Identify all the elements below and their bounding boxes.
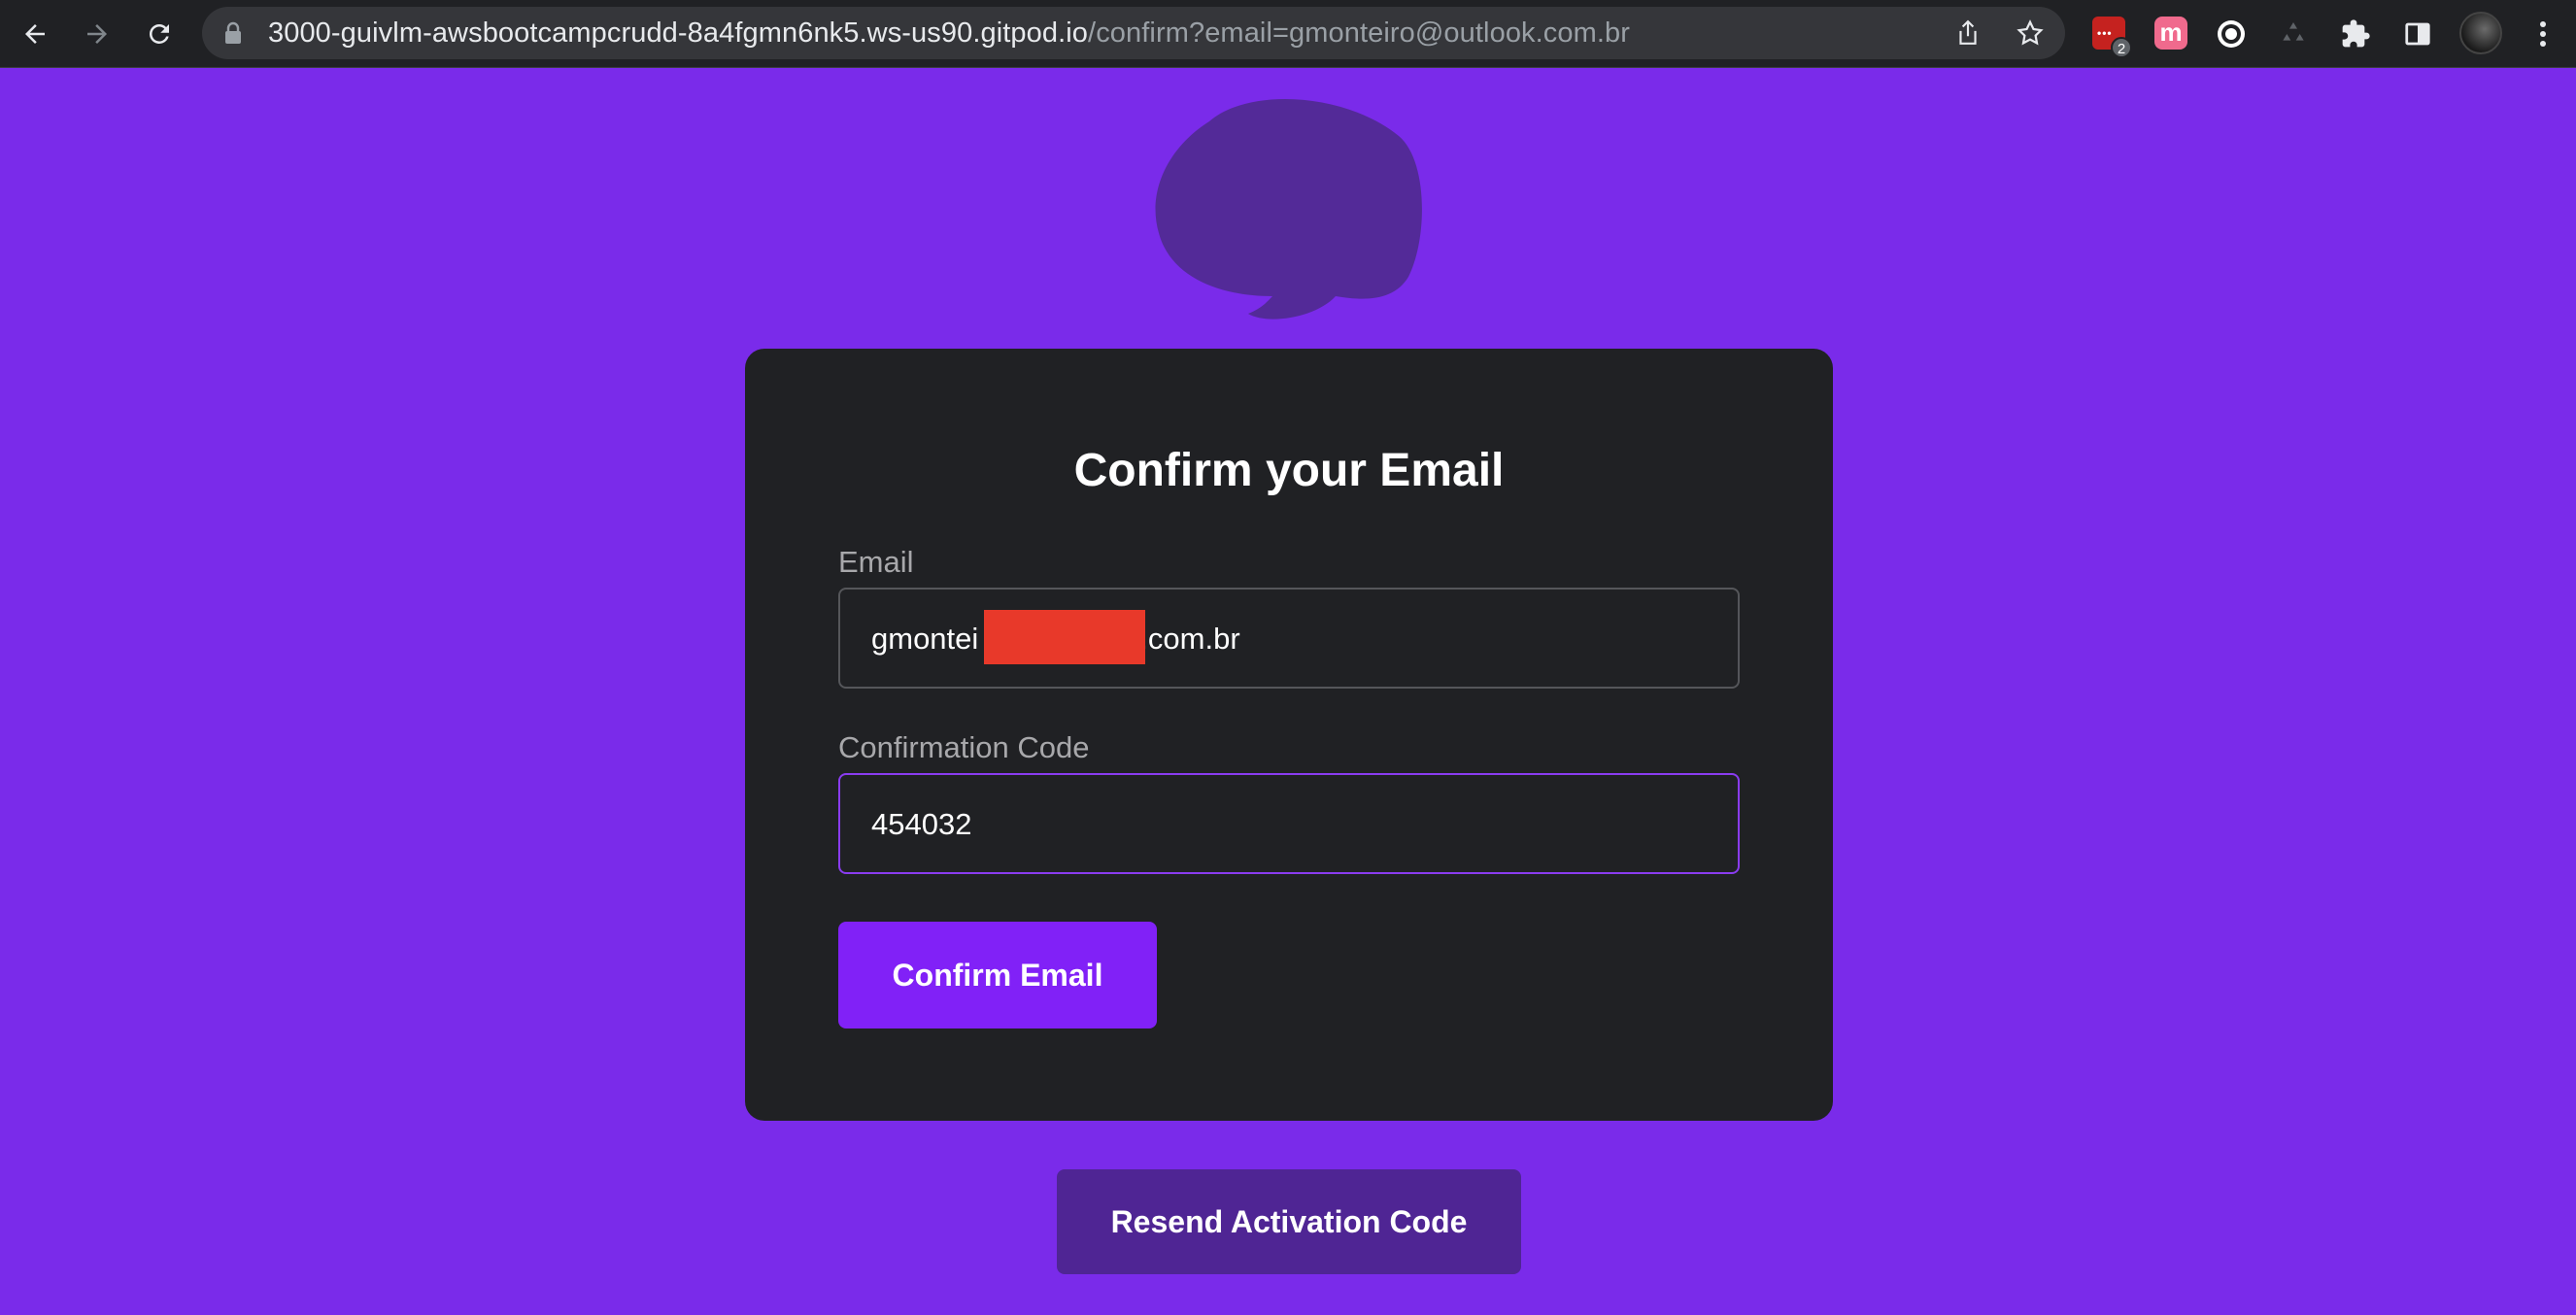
- extension-recycle-icon[interactable]: [2276, 17, 2311, 51]
- confirmation-code-label: Confirmation Code: [838, 730, 1090, 764]
- speech-bubble-logo-icon: [1151, 92, 1428, 325]
- back-arrow-icon[interactable]: [14, 13, 56, 55]
- extension-m-icon[interactable]: m: [2154, 17, 2187, 50]
- bookmark-star-icon[interactable]: [2015, 17, 2046, 49]
- email-value-suffix: .com.br: [1139, 622, 1240, 656]
- url-path: /confirm?email=gmonteiro@outlook.com.br: [1088, 17, 1631, 49]
- confirmation-code-field[interactable]: 454032: [838, 773, 1740, 874]
- resend-activation-code-button[interactable]: Resend Activation Code: [1057, 1169, 1521, 1274]
- side-panel-icon[interactable]: [2400, 17, 2435, 51]
- share-icon[interactable]: [1952, 17, 1983, 49]
- address-bar[interactable]: 3000-guivlm-awsbootcampcrudd-8a4fgmn6nk5…: [202, 7, 2065, 59]
- confirm-card: Confirm your Email Email gmontei .com.br …: [745, 349, 1833, 1121]
- redaction-box: [984, 610, 1145, 664]
- email-value-prefix: gmontei: [871, 622, 979, 656]
- url-host: 3000-guivlm-awsbootcampcrudd-8a4fgmn6nk5…: [268, 17, 1089, 49]
- confirm-email-button[interactable]: Confirm Email: [838, 922, 1157, 1028]
- extension-badge-count: 2: [2111, 37, 2132, 58]
- forward-arrow-icon[interactable]: [76, 13, 119, 55]
- url-text[interactable]: 3000-guivlm-awsbootcampcrudd-8a4fgmn6nk5…: [268, 18, 1630, 48]
- page-title: Confirm your Email: [1073, 445, 1505, 496]
- confirmation-code-value: 454032: [871, 807, 972, 841]
- profile-avatar[interactable]: [2459, 12, 2502, 54]
- browser-toolbar: 3000-guivlm-awsbootcampcrudd-8a4fgmn6nk5…: [0, 0, 2576, 68]
- email-label: Email: [838, 545, 914, 579]
- email-field[interactable]: gmontei .com.br: [838, 588, 1740, 689]
- reload-icon[interactable]: [138, 13, 181, 55]
- kebab-menu-icon[interactable]: [2525, 17, 2560, 51]
- extension-todo-icon[interactable]: ••• 2: [2092, 17, 2132, 58]
- extension-circle-icon[interactable]: [2214, 17, 2249, 51]
- lock-icon[interactable]: [223, 21, 243, 50]
- puzzle-extensions-icon[interactable]: [2338, 17, 2373, 51]
